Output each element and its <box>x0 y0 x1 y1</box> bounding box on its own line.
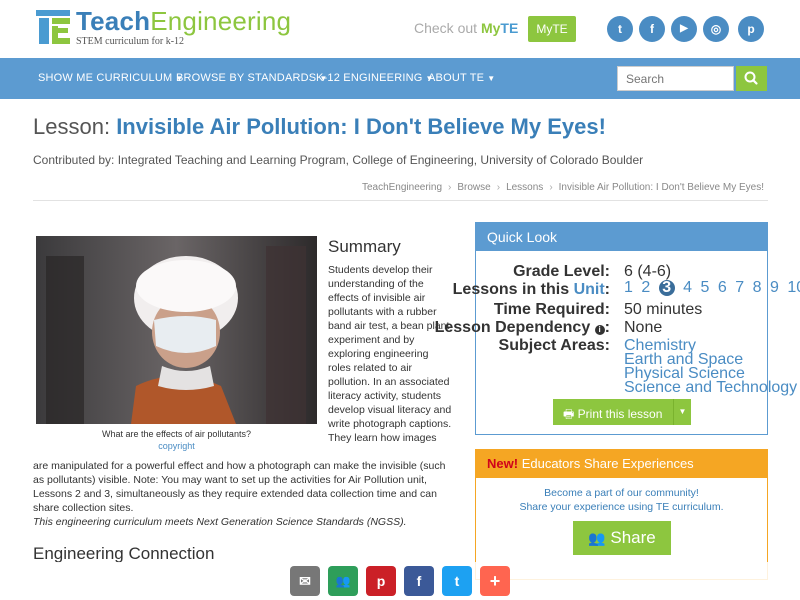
lesson-link-7[interactable]: 7 <box>735 279 744 296</box>
nav-k12-engineering[interactable]: K-12 ENGINEERING ▼ <box>316 72 434 84</box>
breadcrumb-browse[interactable]: Browse <box>457 182 490 193</box>
educators-share-title: New! Educators Share Experiences <box>476 450 767 478</box>
youtube-icon[interactable]: ▶ <box>671 16 697 42</box>
lesson-title-text: Invisible Air Pollution: I Don't Believe… <box>116 114 606 139</box>
copyright-link[interactable]: copyright <box>36 441 317 451</box>
logo-word-engineering: Engineering <box>150 6 292 36</box>
lesson-dependency-label: Lesson Dependency i: <box>434 319 610 336</box>
time-required-value: 50 minutes <box>624 301 703 318</box>
chevron-right-icon: › <box>448 182 452 193</box>
unit-link[interactable]: Unit <box>574 281 605 298</box>
logo-word-teach: Teach <box>76 6 151 36</box>
educators-line-2: Share your experience using TE curriculu… <box>519 501 724 513</box>
engineering-connection-heading: Engineering Connection <box>33 544 215 563</box>
educators-title-text: Educators Share Experiences <box>521 456 694 471</box>
ngss-note: This engineering curriculum meets Next G… <box>33 516 407 528</box>
search-button[interactable] <box>736 66 767 91</box>
nav-label: SHOW ME CURRICULUM <box>38 72 173 84</box>
twitter-icon[interactable]: t <box>607 16 633 42</box>
nav-label: ABOUT TE <box>428 72 485 84</box>
chevron-right-icon: › <box>496 182 501 193</box>
lesson-link-8[interactable]: 8 <box>753 279 762 296</box>
classroom-share-icon[interactable]: 👥 <box>328 566 358 596</box>
lesson-link-6[interactable]: 6 <box>718 279 727 296</box>
lesson-link-5[interactable]: 5 <box>701 279 710 296</box>
grade-level-label: Grade Level: <box>513 263 610 280</box>
educators-line-1: Become a part of our community! <box>544 487 699 499</box>
chevron-right-icon: › <box>549 182 553 193</box>
time-required-label: Time Required: <box>493 301 610 318</box>
lesson-prefix: Lesson: <box>33 114 111 139</box>
twitter-share-icon[interactable]: t <box>442 566 472 596</box>
share-button-label: Share <box>610 528 656 547</box>
pinterest-share-icon[interactable]: p <box>366 566 396 596</box>
chevron-down-icon[interactable]: ▼ <box>673 399 691 425</box>
lessons-in-unit-label: Lessons in this Unit: <box>453 281 610 299</box>
myte-inline-brand[interactable]: MyTE <box>481 20 518 36</box>
lesson-photo <box>36 236 317 424</box>
instagram-icon[interactable]: ◎ <box>703 16 729 42</box>
pinterest-icon[interactable]: p <box>738 16 764 42</box>
site-header: TeachEngineering STEM curriculum for k-1… <box>0 0 800 58</box>
checkout-label: Check out <box>414 20 478 36</box>
page-title: Lesson: Invisible Air Pollution: I Don't… <box>33 114 606 140</box>
quick-look-title: Quick Look <box>476 223 767 251</box>
nav-about-te[interactable]: ABOUT TE ▼ <box>428 72 495 84</box>
more-share-icon[interactable]: + <box>480 566 510 596</box>
lessons-label-colon: : <box>604 281 610 298</box>
lesson-link-10[interactable]: 10 <box>787 279 800 296</box>
teachengineering-logo-icon[interactable] <box>36 10 70 44</box>
lesson-current: 3 <box>658 280 675 296</box>
nav-label: K-12 ENGINEERING <box>316 72 423 84</box>
print-lesson-button[interactable]: 🖶 Print this lesson ▼ <box>553 399 691 425</box>
social-share-bar <box>0 562 800 600</box>
educators-share-panel: New! Educators Share Experiences Become … <box>475 449 768 580</box>
nav-label: BROWSE BY STANDARDS <box>176 72 317 84</box>
lesson-link-1[interactable]: 1 <box>624 279 633 296</box>
quick-look-panel: Quick Look Grade Level: 6 (4-6) Lessons … <box>435 222 800 435</box>
summary-heading: Summary <box>328 237 401 256</box>
lessons-label-text: Lessons in this <box>452 281 570 298</box>
nav-show-me-curriculum[interactable]: SHOW ME CURRICULUM ▼ <box>38 72 184 84</box>
facebook-icon[interactable]: f <box>639 16 665 42</box>
breadcrumb-lessons[interactable]: Lessons <box>506 182 543 193</box>
print-button-label: 🖶 Print this lesson <box>563 405 662 426</box>
breadcrumb: TeachEngineering › Browse › Lessons › Invisibl… <box>362 182 764 193</box>
divider <box>33 200 768 201</box>
email-share-icon[interactable]: ✉ <box>290 566 320 596</box>
site-logo-wordmark[interactable]: TeachEngineering <box>76 6 291 37</box>
contributed-by: Contributed by: Integrated Teaching and … <box>33 153 644 167</box>
site-tagline: STEM curriculum for k-12 <box>76 36 185 47</box>
myte-brand-te: TE <box>500 20 519 36</box>
lessons-pager: 1 2 3 4 5 6 7 8 9 10 <box>624 279 800 297</box>
printer-icon: 🖶 <box>563 407 575 421</box>
photo-caption: What are the effects of air pollutants? <box>102 429 251 439</box>
summary-text-continued: are manipulated for a powerful effect an… <box>33 460 446 514</box>
lesson-link-9[interactable]: 9 <box>770 279 779 296</box>
users-icon: 👥 <box>588 530 606 546</box>
info-icon[interactable]: i <box>594 325 605 335</box>
share-experience-button[interactable]: 👥 Share <box>573 521 671 555</box>
print-button-text: Print this lesson <box>577 407 663 421</box>
myte-button[interactable]: MyTE <box>528 16 576 42</box>
new-badge: New! <box>487 456 519 471</box>
subject-areas-label: Subject Areas: <box>498 337 610 354</box>
checkout-myte-text: Check out MyTE <box>414 20 518 36</box>
chevron-down-icon: ▼ <box>487 74 496 83</box>
summary-text: Students develop their understanding of … <box>328 264 452 444</box>
breadcrumb-current: Invisible Air Pollution: I Don't Believe… <box>558 182 764 193</box>
breadcrumb-home[interactable]: TeachEngineering <box>362 182 442 193</box>
subject-link-science-technology[interactable]: Science and Technology <box>624 379 797 397</box>
nav-browse-by-standards[interactable]: BROWSE BY STANDARDS ▼ <box>176 72 327 84</box>
facebook-share-icon[interactable]: f <box>404 566 434 596</box>
dependency-label-text: Lesson Dependency <box>434 319 591 336</box>
search-icon <box>744 71 758 85</box>
myte-brand-my: My <box>480 20 501 36</box>
lesson-link-4[interactable]: 4 <box>683 279 692 296</box>
lesson-dependency-value: None <box>624 319 663 336</box>
search-input[interactable] <box>617 66 734 91</box>
educators-share-text: Become a part of our community! Share yo… <box>476 486 767 514</box>
lesson-link-2[interactable]: 2 <box>641 279 650 296</box>
